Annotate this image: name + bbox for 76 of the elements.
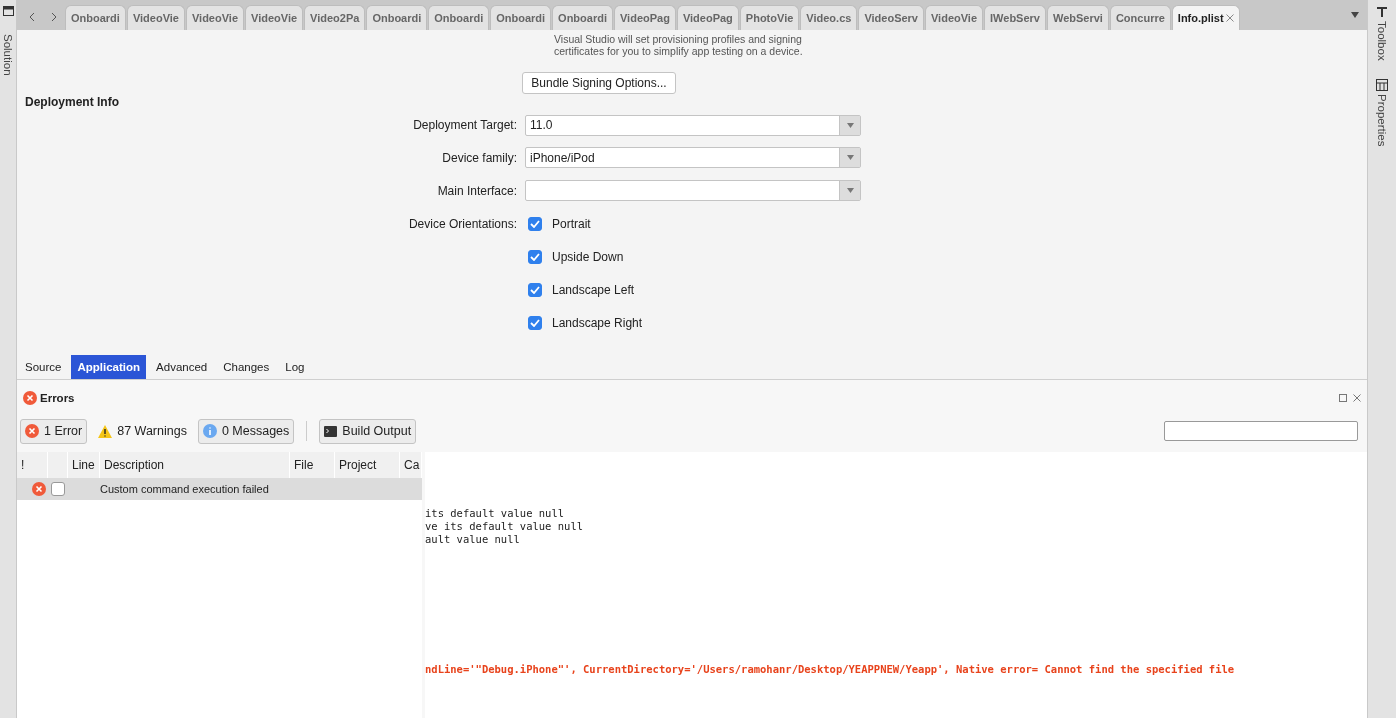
sidebar-tab[interactable]: Solution	[2, 34, 14, 76]
output-line: ault value null	[425, 533, 521, 546]
checkbox[interactable]	[51, 482, 65, 496]
error-icon	[25, 424, 39, 438]
terminal-icon	[324, 425, 338, 437]
search-field[interactable]	[1164, 421, 1358, 441]
document-tab[interactable]: VideoPag	[613, 5, 676, 30]
properties-icon	[1376, 78, 1388, 91]
build-output-button[interactable]: Build Output	[319, 418, 417, 444]
close-icon[interactable]	[1353, 394, 1361, 402]
warning-icon	[98, 424, 113, 438]
checkbox-label: Upside Down	[552, 249, 624, 264]
document-tab[interactable]: VideoVie	[126, 5, 185, 30]
panel-icon[interactable]	[2, 6, 14, 16]
filter-button[interactable]: 87 Warnings	[93, 418, 192, 444]
document-tab[interactable]: Onboardi	[552, 5, 613, 30]
bundle-signing-button[interactable]: Bundle Signing Options...	[522, 72, 676, 94]
error-icon	[23, 391, 37, 405]
document-tab[interactable]: Onboardi	[65, 5, 126, 30]
error-description: Custom command execution failed	[100, 483, 270, 495]
toolbox-icon	[1376, 6, 1388, 18]
sidebar-tab[interactable]: Properties	[1376, 78, 1388, 147]
pad-title: Errors	[40, 392, 75, 404]
dropdown-arrow-icon[interactable]	[846, 188, 854, 193]
dropdown-field[interactable]	[525, 180, 861, 201]
editor-tab[interactable]: Log	[279, 355, 311, 379]
document-tab[interactable]: Info.plist	[1171, 5, 1240, 30]
error-icon	[32, 482, 46, 496]
dropdown-field[interactable]: 11.0	[525, 114, 861, 136]
error-row[interactable]: Custom command execution failed	[17, 478, 422, 500]
document-tab[interactable]: Onboardi	[366, 5, 428, 30]
forward-icon[interactable]	[51, 12, 57, 22]
editor-tab[interactable]: Application	[71, 355, 147, 379]
dropdown-icon[interactable]	[1351, 12, 1359, 18]
checkbox[interactable]	[528, 282, 542, 297]
filter-button[interactable]: 0 Messages	[197, 418, 295, 444]
editor-tab[interactable]: Changes	[217, 355, 276, 379]
document-tab[interactable]: Onboardi	[428, 5, 490, 30]
field-label: Deployment Target:	[412, 118, 518, 132]
section-heading: Deployment Info	[25, 95, 120, 109]
checkbox[interactable]	[528, 216, 542, 231]
maximize-icon[interactable]	[1339, 394, 1347, 402]
close-icon[interactable]	[1225, 14, 1234, 22]
document-tab[interactable]: VideoServ	[858, 5, 924, 30]
checkbox-label: Portrait	[552, 216, 591, 231]
document-tab[interactable]: IWebServ	[984, 5, 1046, 30]
field-label: Main Interface:	[436, 183, 518, 198]
output-line: its default value null	[425, 507, 566, 520]
dropdown-field[interactable]: iPhone/iPod	[525, 147, 861, 168]
document-tab[interactable]: Onboardi	[490, 5, 552, 30]
document-tab[interactable]: Concurre	[1109, 5, 1171, 30]
checkbox-label: Landscape Left	[552, 282, 635, 297]
checkbox-label: Landscape Right	[552, 315, 643, 330]
output-line: ve its default value null	[425, 520, 585, 533]
document-tab[interactable]: WebServi	[1047, 5, 1109, 30]
document-tab[interactable]: Video2Pa	[304, 5, 366, 30]
checkbox[interactable]	[528, 249, 542, 264]
signing-description: Visual Studio will set provisioning profiles and signing certificates for you to simplify app testing on a device.	[554, 33, 803, 57]
output-line: ndLine='"Debug.iPhone"', CurrentDirectory='/Users/ramohanr/Desktop/YEAPPNEW/Yeapp', Native error= Cannot find the specified file	[425, 663, 1236, 676]
document-tab[interactable]: VideoVie	[925, 5, 984, 30]
checkbox[interactable]	[528, 315, 542, 330]
editor-tab[interactable]: Advanced	[150, 355, 214, 379]
dropdown-arrow-icon[interactable]	[846, 155, 854, 160]
info-icon	[202, 424, 217, 438]
editor-tab[interactable]: Source	[19, 355, 68, 379]
document-tab[interactable]: VideoVie	[245, 5, 304, 30]
document-tab[interactable]: VideoPag	[676, 5, 739, 30]
sidebar-tab[interactable]: Toolbox	[1376, 6, 1388, 61]
document-tab[interactable]: VideoVie	[185, 5, 244, 30]
back-icon[interactable]	[29, 12, 35, 22]
document-tab[interactable]: PhotoVie	[739, 5, 800, 30]
dropdown-arrow-icon[interactable]	[846, 122, 854, 128]
filter-button[interactable]: 1 Error	[20, 418, 88, 444]
field-label: Device family:	[441, 150, 518, 165]
field-label: Device Orientations:	[407, 216, 518, 231]
document-tab[interactable]: Video.cs	[800, 5, 858, 30]
